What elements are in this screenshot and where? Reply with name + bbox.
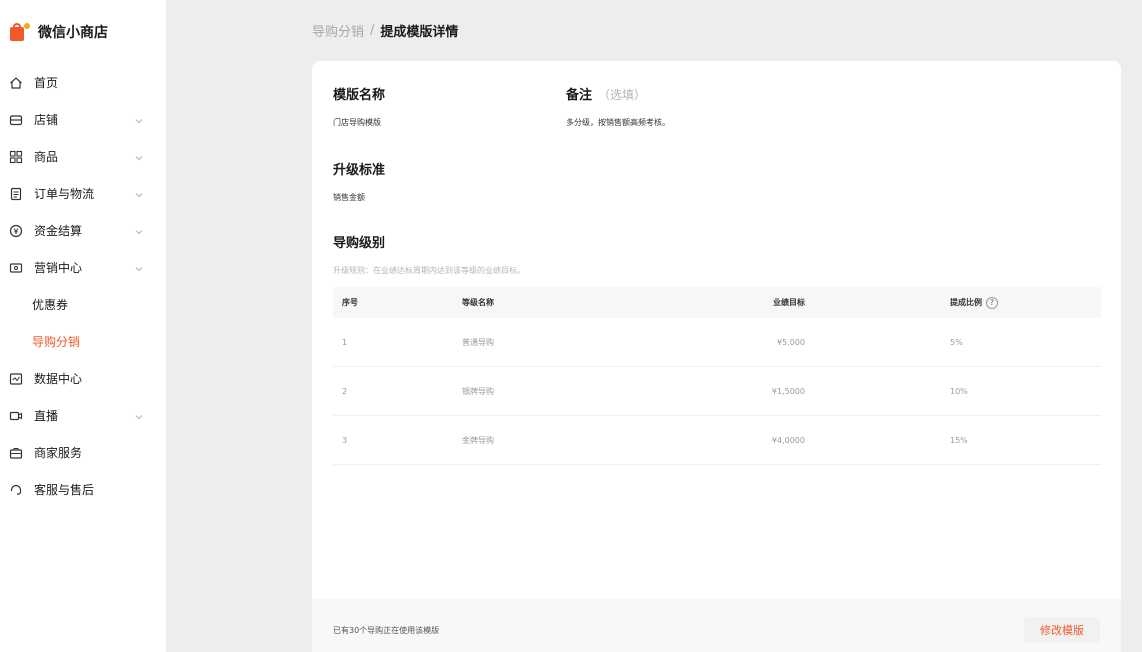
headset-icon xyxy=(8,482,24,498)
cell-ratio: 10% xyxy=(950,386,968,396)
note-optional-hint: （选填） xyxy=(598,88,647,102)
note-heading: 备注 （选填） xyxy=(566,84,670,103)
cell-index: 3 xyxy=(342,435,348,445)
cell-level-name: 金牌导购 xyxy=(462,435,494,445)
table-row: 1 普通导购 ¥5,000 5% xyxy=(333,318,1101,367)
table-row: 3 金牌导购 ¥4,0000 15% xyxy=(333,416,1101,465)
cell-target: ¥1,5000 xyxy=(771,386,805,396)
chevron-down-icon xyxy=(134,189,144,199)
edit-template-button[interactable]: 修改模版 xyxy=(1024,617,1100,643)
shop-icon xyxy=(8,112,24,128)
yen-icon xyxy=(8,223,24,239)
sidebar-item-label: 首页 xyxy=(34,76,59,90)
sidebar-item-finance[interactable]: 资金结算 xyxy=(0,212,166,249)
sidebar-item-merchant-services[interactable]: 商家服务 xyxy=(0,434,166,471)
cell-ratio: 5% xyxy=(950,337,963,347)
template-name-value: 门店导购模版 xyxy=(333,118,381,127)
upgrade-rule-hint: 升级规则：在业绩达标周期内达到该等级的业绩目标。 xyxy=(333,266,525,275)
chart-icon xyxy=(8,371,24,387)
sidebar-item-coupons[interactable]: 优惠券 xyxy=(0,286,166,323)
cell-target: ¥5,000 xyxy=(777,337,805,347)
sidebar-item-home[interactable]: 首页 xyxy=(0,64,166,101)
sidebar-item-label: 订单与物流 xyxy=(34,187,95,201)
column-header-ratio-cell: 提成比例 ? xyxy=(815,296,1101,309)
brand-name: 微信小商店 xyxy=(38,25,108,41)
sidebar-item-label: 店铺 xyxy=(34,113,59,127)
upgrade-standard-label: 升级标准 xyxy=(333,163,386,178)
shop-bag-logo-icon xyxy=(8,21,30,43)
sidebar-item-guide-distribution[interactable]: 导购分销 xyxy=(0,323,166,360)
sidebar-item-customer-service[interactable]: 客服与售后 xyxy=(0,471,166,508)
sidebar-item-label: 客服与售后 xyxy=(34,483,95,497)
chevron-down-icon xyxy=(134,263,144,273)
template-name-label: 模版名称 xyxy=(333,88,386,103)
breadcrumb-parent-link[interactable]: 导购分销 xyxy=(312,21,364,40)
home-icon xyxy=(8,75,24,91)
grid-icon xyxy=(8,149,24,165)
sidebar-item-label: 商家服务 xyxy=(34,446,83,460)
column-header-target: 业绩目标 xyxy=(773,298,805,307)
cell-index: 1 xyxy=(342,337,348,347)
question-help-icon[interactable]: ? xyxy=(986,296,998,309)
sidebar-item-orders[interactable]: 订单与物流 xyxy=(0,175,166,212)
cell-level-name: 银牌导购 xyxy=(462,386,494,396)
breadcrumb-separator: / xyxy=(370,23,375,38)
clipboard-icon xyxy=(8,186,24,202)
sidebar: 微信小商店 首页 店铺 商品 订单与物流 资金结算 营销中心 优惠券 导购分销 … xyxy=(0,0,166,652)
sidebar-item-data-center[interactable]: 数据中心 xyxy=(0,360,166,397)
template-name-field: 模版名称 门店导购模版 xyxy=(333,84,385,128)
video-icon xyxy=(8,408,24,424)
sidebar-item-products[interactable]: 商品 xyxy=(0,138,166,175)
page-title: 提成模版详情 xyxy=(380,25,459,40)
column-header-level-name: 等级名称 xyxy=(462,298,494,307)
template-detail-card: 模版名称 门店导购模版 备注 （选填） 多分级，按销售额高频考核。 升级标准 销售… xyxy=(312,61,1121,652)
usage-count-text: 已有30个导购正在使用该模版 xyxy=(333,625,440,635)
sidebar-item-shop[interactable]: 店铺 xyxy=(0,101,166,138)
sidebar-item-label: 优惠券 xyxy=(32,298,69,312)
guide-level-field: 导购级别 升级规则：在业绩达标周期内达到该等级的业绩目标。 xyxy=(333,232,525,276)
sidebar-nav: 首页 店铺 商品 订单与物流 资金结算 营销中心 优惠券 导购分销 数据中心 直… xyxy=(0,64,166,508)
sidebar-item-marketing[interactable]: 营销中心 xyxy=(0,249,166,286)
sidebar-item-live[interactable]: 直播 xyxy=(0,397,166,434)
note-value: 多分级，按销售额高频考核。 xyxy=(566,118,670,127)
cell-level-name: 普通导购 xyxy=(462,337,494,347)
note-field: 备注 （选填） 多分级，按销售额高频考核。 xyxy=(566,84,670,128)
sidebar-item-label: 商品 xyxy=(34,150,59,164)
chevron-down-icon xyxy=(134,115,144,125)
card-footer: 已有30个导购正在使用该模版 修改模版 xyxy=(312,599,1121,652)
column-header-ratio: 提成比例 xyxy=(950,298,982,307)
chevron-down-icon xyxy=(134,411,144,421)
briefcase-icon xyxy=(8,445,24,461)
guide-level-label: 导购级别 xyxy=(333,236,386,251)
column-header-index: 序号 xyxy=(342,298,358,307)
sidebar-item-label: 导购分销 xyxy=(32,335,81,349)
coupon-icon xyxy=(8,260,24,276)
brand[interactable]: 微信小商店 xyxy=(0,0,166,64)
upgrade-standard-field: 升级标准 销售金额 xyxy=(333,159,385,203)
sidebar-item-label: 营销中心 xyxy=(34,261,83,275)
note-label: 备注 xyxy=(566,88,593,103)
table-row: 2 银牌导购 ¥1,5000 10% xyxy=(333,367,1101,416)
sidebar-item-label: 资金结算 xyxy=(34,224,83,238)
upgrade-standard-value: 销售金额 xyxy=(333,193,365,202)
table-header: 序号 等级名称 业绩目标 提成比例 ? xyxy=(333,287,1101,318)
chevron-down-icon xyxy=(134,226,144,236)
cell-index: 2 xyxy=(342,386,348,396)
main-content: 导购分销 / 提成模版详情 模版名称 门店导购模版 备注 （选填） 多分级，按销售… xyxy=(166,0,1142,652)
chevron-down-icon xyxy=(134,152,144,162)
cell-target: ¥4,0000 xyxy=(771,435,805,445)
guide-level-table: 序号 等级名称 业绩目标 提成比例 ? 1 普通导购 ¥5,000 5% 2 银… xyxy=(333,287,1101,465)
breadcrumb: 导购分销 / 提成模版详情 xyxy=(312,21,458,40)
sidebar-item-label: 直播 xyxy=(34,409,59,423)
cell-ratio: 15% xyxy=(950,435,968,445)
sidebar-item-label: 数据中心 xyxy=(34,372,83,386)
